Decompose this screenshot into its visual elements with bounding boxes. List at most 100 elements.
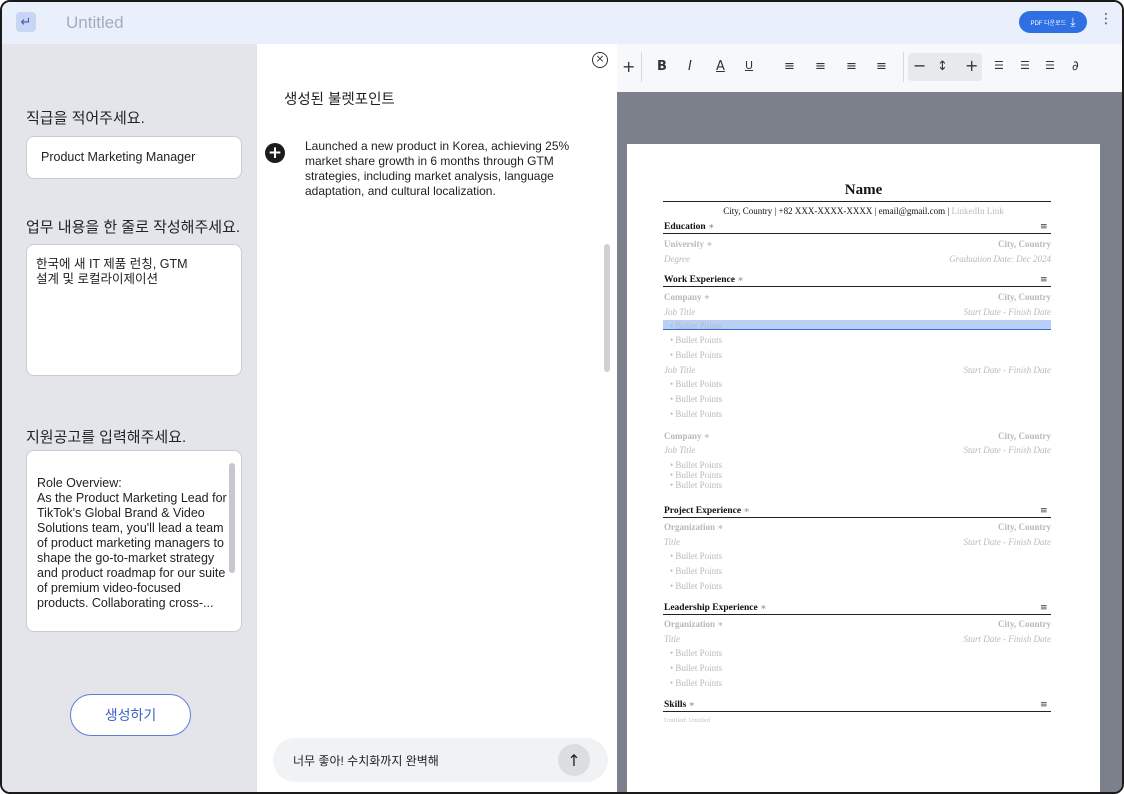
italic-icon[interactable]: I bbox=[688, 59, 692, 74]
job-dates[interactable]: Start Date - Finish Date bbox=[964, 307, 1052, 317]
bullet-point[interactable]: • Bullet Points bbox=[670, 581, 722, 591]
decrease-line-height-icon[interactable]: − bbox=[913, 56, 926, 75]
section-menu-icon[interactable]: ≡ bbox=[1040, 603, 1048, 613]
graduation-date[interactable]: Graduation Date: Dec 2024 bbox=[949, 254, 1051, 264]
add-bullet-icon[interactable]: + bbox=[265, 143, 285, 163]
bold-icon[interactable]: B bbox=[657, 59, 667, 74]
section-skills[interactable]: Skills ∗ bbox=[664, 699, 695, 710]
send-arrow-icon[interactable]: ↑ bbox=[558, 744, 590, 776]
text-color-icon[interactable]: A bbox=[716, 59, 725, 74]
indent-icon[interactable]: ☰ bbox=[1020, 59, 1030, 72]
section-divider bbox=[663, 517, 1051, 518]
bullet-placeholder: Bullet Points bbox=[675, 470, 723, 480]
resume-page[interactable]: Name City, Country | +82 XXX-XXXX-XXXX |… bbox=[627, 144, 1100, 792]
section-menu-icon[interactable]: ≡ bbox=[1040, 222, 1048, 232]
resume-contact[interactable]: City, Country | +82 XXX-XXXX-XXXX | emai… bbox=[627, 206, 1100, 216]
input-panel: 직급을 적어주세요. Product Marketing Manager 업무 … bbox=[2, 44, 257, 792]
job-title-field[interactable]: Job Title bbox=[664, 445, 695, 455]
resume-editor: + B I A U ≡ ≡ ≡ ≡ − ↕ + ☰ ☰ ☰ ∂ Name Cit… bbox=[617, 44, 1122, 792]
bullet-point[interactable]: • Bullet Points bbox=[670, 321, 722, 331]
skills-line[interactable]: Untitled: Untitled bbox=[664, 717, 710, 724]
position-label: 직급을 적어주세요. bbox=[26, 110, 145, 127]
section-work-experience[interactable]: Work Experience ∗ bbox=[664, 274, 744, 285]
section-divider bbox=[663, 711, 1051, 712]
company-field[interactable]: Company ∗ bbox=[664, 431, 710, 442]
leadership-dates[interactable]: Start Date - Finish Date bbox=[964, 634, 1052, 644]
company-field[interactable]: Company ∗ bbox=[664, 292, 710, 303]
company-location[interactable]: City, Country bbox=[998, 292, 1051, 302]
project-dates[interactable]: Start Date - Finish Date bbox=[964, 537, 1052, 547]
document-title[interactable]: Untitled bbox=[66, 13, 124, 33]
section-leadership-experience[interactable]: Leadership Experience ∗ bbox=[664, 602, 767, 613]
bullet-point[interactable]: • Bullet Points bbox=[670, 663, 722, 673]
underline-icon[interactable]: U bbox=[745, 59, 753, 72]
add-block-icon[interactable]: + bbox=[622, 57, 635, 76]
organization-location[interactable]: City, Country bbox=[998, 522, 1051, 532]
return-arrow-icon[interactable]: ↵ bbox=[16, 12, 36, 32]
organization-field[interactable]: Organization ∗ bbox=[664, 522, 723, 533]
format-toolbar: + B I A U ≡ ≡ ≡ ≡ − ↕ + ☰ ☰ ☰ ∂ bbox=[617, 44, 1122, 92]
align-left-icon[interactable]: ≡ bbox=[784, 59, 795, 74]
bullet-point[interactable]: • Bullet Points bbox=[670, 678, 722, 688]
resume-name[interactable]: Name bbox=[627, 182, 1100, 199]
title-field[interactable]: Title bbox=[664, 537, 680, 547]
line-height-icon[interactable]: ↕ bbox=[937, 59, 948, 74]
job-dates[interactable]: Start Date - Finish Date bbox=[964, 445, 1052, 455]
kebab-menu-icon[interactable]: ⋮ bbox=[1099, 11, 1113, 27]
organization-field[interactable]: Organization ∗ bbox=[664, 619, 723, 630]
section-project-experience[interactable]: Project Experience ∗ bbox=[664, 505, 750, 516]
bullet-point[interactable]: • Bullet Points bbox=[670, 470, 722, 480]
link-icon[interactable]: ∂ bbox=[1072, 59, 1079, 74]
pdf-download-button[interactable]: PDF 다운로드 ⤓ bbox=[1019, 11, 1087, 33]
justify-icon[interactable]: ≡ bbox=[876, 59, 887, 74]
bullet-placeholder: Bullet Points bbox=[675, 551, 723, 561]
bullet-point[interactable]: • Bullet Points bbox=[670, 379, 722, 389]
increase-line-height-icon[interactable]: + bbox=[965, 56, 978, 75]
bullet-placeholder: Bullet Points bbox=[675, 409, 723, 419]
section-asterisk-icon: ∗ bbox=[760, 603, 767, 613]
bullet-point[interactable]: • Bullet Points bbox=[670, 335, 722, 345]
title-field[interactable]: Title bbox=[664, 634, 680, 644]
section-heading: Project Experience bbox=[664, 506, 742, 516]
job-title-field[interactable]: Job Title bbox=[664, 307, 695, 317]
duty-textarea[interactable]: 한국에 새 IT 제품 런칭, GTM 설계 및 로컬라이제이션 bbox=[26, 244, 242, 376]
bullet-point[interactable]: • Bullet Points bbox=[670, 460, 722, 470]
bullet-point[interactable]: • Bullet Points bbox=[670, 648, 722, 658]
degree-field[interactable]: Degree bbox=[664, 254, 690, 264]
bullet-point[interactable]: • Bullet Points bbox=[670, 480, 722, 490]
job-title-field[interactable]: Job Title bbox=[664, 365, 695, 375]
align-right-icon[interactable]: ≡ bbox=[846, 59, 857, 74]
align-center-icon[interactable]: ≡ bbox=[815, 59, 826, 74]
bullet-point[interactable]: • Bullet Points bbox=[670, 409, 722, 419]
contact-text: City, Country | +82 XXX-XXXX-XXXX | emai… bbox=[723, 206, 952, 216]
close-icon[interactable]: × bbox=[592, 52, 608, 68]
bullet-point[interactable]: • Bullet Points bbox=[670, 350, 722, 360]
organization-location[interactable]: City, Country bbox=[998, 619, 1051, 629]
bullet-point[interactable]: • Bullet Points bbox=[670, 551, 722, 561]
list-icon[interactable]: ☰ bbox=[994, 59, 1004, 72]
company-location[interactable]: City, Country bbox=[998, 431, 1051, 441]
job-posting-scrollbar[interactable] bbox=[229, 463, 235, 573]
section-menu-icon[interactable]: ≡ bbox=[1040, 700, 1048, 710]
generate-button[interactable]: 생성하기 bbox=[70, 694, 191, 736]
job-dates[interactable]: Start Date - Finish Date bbox=[964, 365, 1052, 375]
bullet-point[interactable]: • Bullet Points bbox=[670, 394, 722, 404]
bullet-panel-scrollbar[interactable] bbox=[604, 244, 610, 372]
bullet-placeholder: Bullet Points bbox=[675, 663, 723, 673]
outdent-icon[interactable]: ☰ bbox=[1045, 59, 1055, 72]
position-input[interactable]: Product Marketing Manager bbox=[26, 136, 242, 179]
education-location[interactable]: City, Country bbox=[998, 239, 1051, 249]
section-menu-icon[interactable]: ≡ bbox=[1040, 275, 1048, 285]
chat-input[interactable]: 너무 좋아! 수치화까지 완벽해 bbox=[293, 752, 439, 769]
university-field[interactable]: University ∗ bbox=[664, 239, 712, 250]
chat-input-bar[interactable]: 너무 좋아! 수치화까지 완벽해 ↑ bbox=[273, 738, 608, 782]
section-divider bbox=[663, 614, 1051, 615]
section-menu-icon[interactable]: ≡ bbox=[1040, 506, 1048, 516]
job-posting-textarea[interactable]: Role Overview: As the Product Marketing … bbox=[26, 450, 242, 632]
bullet-placeholder: Bullet Points bbox=[675, 394, 723, 404]
bullet-point[interactable]: • Bullet Points bbox=[670, 566, 722, 576]
section-education[interactable]: Education ∗ bbox=[664, 221, 715, 232]
section-asterisk-icon: ∗ bbox=[737, 275, 744, 285]
bullet-placeholder: Bullet Points bbox=[675, 581, 723, 591]
bullet-placeholder: Bullet Points bbox=[675, 678, 723, 688]
